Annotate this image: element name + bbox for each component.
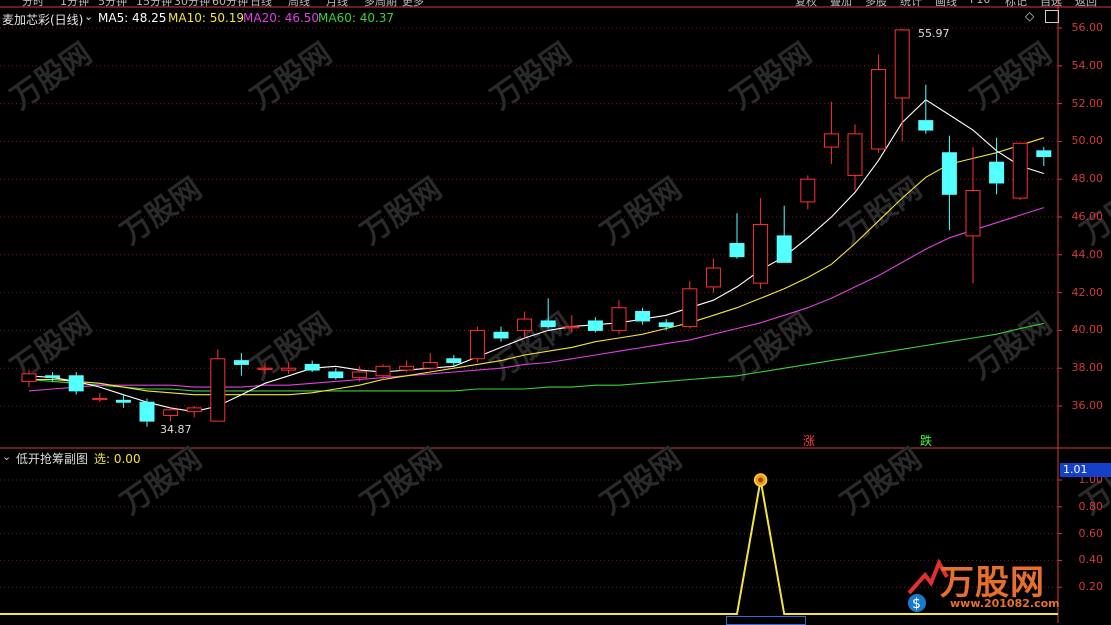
- ma-legend-ma60: MA60: 40.37: [318, 11, 395, 25]
- candle-down: [635, 311, 651, 322]
- candle-up: [399, 365, 415, 371]
- signal-axis-label: 0.60: [1078, 526, 1104, 540]
- signal-axis-label: 0.80: [1078, 499, 1104, 513]
- watermark-text: 万股网: [595, 441, 689, 521]
- signal-point-core: [758, 477, 764, 483]
- rise-marker: 涨: [803, 434, 816, 448]
- price-axis-label: 46.00: [1071, 210, 1104, 223]
- svg-text:$: $: [912, 596, 921, 612]
- candle-up: [281, 367, 297, 371]
- watermark-text: 万股网: [485, 36, 579, 116]
- watermark-text: 万股网: [355, 441, 449, 521]
- ma5-line: [28, 99, 1044, 413]
- watermark-text: 万股网: [965, 306, 1059, 386]
- candle-down: [493, 331, 509, 339]
- candle-down: [989, 161, 1005, 184]
- price-axis-label: 38.00: [1071, 361, 1104, 375]
- watermark-text: 万股网: [245, 36, 339, 116]
- candle-up: [21, 373, 37, 382]
- candle-up: [705, 267, 721, 288]
- price-axis-label: 44.00: [1071, 247, 1104, 261]
- brand-logo-url: www.201082.com: [950, 597, 1060, 610]
- watermark-text: 万股网: [115, 171, 209, 251]
- ma-lines: [28, 99, 1044, 413]
- candle-up: [564, 326, 580, 329]
- watermark-text: 万股网: [5, 36, 99, 116]
- watermark-text: 万股网: [725, 306, 819, 386]
- price-axis-label: 54.00: [1071, 58, 1104, 72]
- high-price-label: 55.97: [918, 27, 950, 40]
- candle-down: [68, 375, 84, 392]
- price-axis-label: 42.00: [1071, 285, 1104, 299]
- candle-down: [1036, 150, 1052, 158]
- candle-down: [446, 358, 462, 364]
- candle-down: [304, 363, 320, 371]
- candle-up: [800, 178, 816, 203]
- diamond-icon[interactable]: ◇: [1025, 9, 1034, 23]
- fall-marker: 跌: [920, 434, 933, 448]
- candle-up: [469, 329, 485, 360]
- low-price-label: 34.87: [160, 423, 192, 436]
- price-axis-label: 50.00: [1071, 134, 1104, 148]
- watermark-layer: 万股网 万股网 万股网 万股网 万股网万股网 万股网 万股网 万股网 万股网万股网 万股网 万股网万…: [5, 36, 1111, 521]
- candle-down: [918, 120, 934, 131]
- sub-chart-title: 低开抢筹副图: [16, 452, 89, 466]
- sub-chart-value: 选: 0.00: [94, 452, 141, 466]
- candle-down: [729, 242, 745, 258]
- candle-up: [257, 367, 273, 370]
- stock-chart: 万股网 万股网 万股网 万股网 万股网万股网 万股网 万股网 万股网 万股网万股网 万股网 万股网万…: [0, 0, 1111, 623]
- candle-down: [115, 399, 131, 403]
- watermark-text: 万股网: [965, 36, 1059, 116]
- chevron-down-icon[interactable]: ⌄: [84, 10, 93, 23]
- watermark-text: 万股网: [835, 171, 929, 251]
- price-axis-label: 52.00: [1071, 96, 1104, 110]
- watermark-text: 万股网: [355, 171, 449, 251]
- settings-icon[interactable]: ⌄: [2, 450, 11, 463]
- candle-up: [422, 362, 438, 369]
- ma-legend-ma10: MA10: 50.19: [168, 11, 245, 25]
- candle-up: [517, 318, 533, 331]
- watermark-text: 万股网: [485, 306, 579, 386]
- ma-legend-ma5: MA5: 48.25: [98, 11, 167, 25]
- candle-up: [375, 365, 391, 377]
- candle-up: [92, 397, 108, 401]
- candle-up: [682, 288, 698, 328]
- watermark-text: 万股网: [595, 171, 689, 251]
- candle-up: [894, 29, 910, 99]
- watermark-text: 万股网: [835, 441, 929, 521]
- candle-down: [139, 401, 155, 422]
- candle-up: [965, 190, 981, 237]
- price-axis-label: 48.00: [1071, 172, 1104, 186]
- current-value-box: 1.01: [1060, 463, 1111, 477]
- date-cursor-box: [726, 616, 806, 625]
- candle-down: [45, 375, 61, 379]
- ma-legend-ma20: MA20: 46.50: [243, 11, 320, 25]
- candle-up: [753, 224, 769, 284]
- candle-down: [233, 360, 249, 365]
- candle-up: [847, 133, 863, 176]
- candle-up: [210, 358, 226, 422]
- candle-up: [351, 371, 367, 379]
- candle-up: [823, 133, 839, 148]
- candle-up: [611, 307, 627, 331]
- watermark-text: 万股网: [725, 36, 819, 116]
- candle-up: [163, 409, 179, 416]
- candle-down: [587, 320, 603, 331]
- watermark-text: 万股网: [5, 306, 99, 386]
- price-axis-label: 56.00: [1071, 21, 1104, 34]
- window-icon[interactable]: [1045, 10, 1059, 23]
- ma20-line: [28, 207, 1044, 392]
- candle-down: [658, 322, 674, 328]
- stock-title: 麦加芯彩(日线): [2, 13, 84, 27]
- price-axis-label: 36.00: [1071, 399, 1104, 412]
- candle-up: [186, 407, 202, 413]
- price-axis-label: 40.00: [1071, 323, 1104, 337]
- candle-down: [941, 152, 957, 195]
- candle-up: [1012, 142, 1028, 199]
- candle-down: [540, 320, 556, 328]
- candle-down: [776, 235, 792, 263]
- candle-down: [328, 371, 344, 379]
- candle-up: [871, 69, 887, 150]
